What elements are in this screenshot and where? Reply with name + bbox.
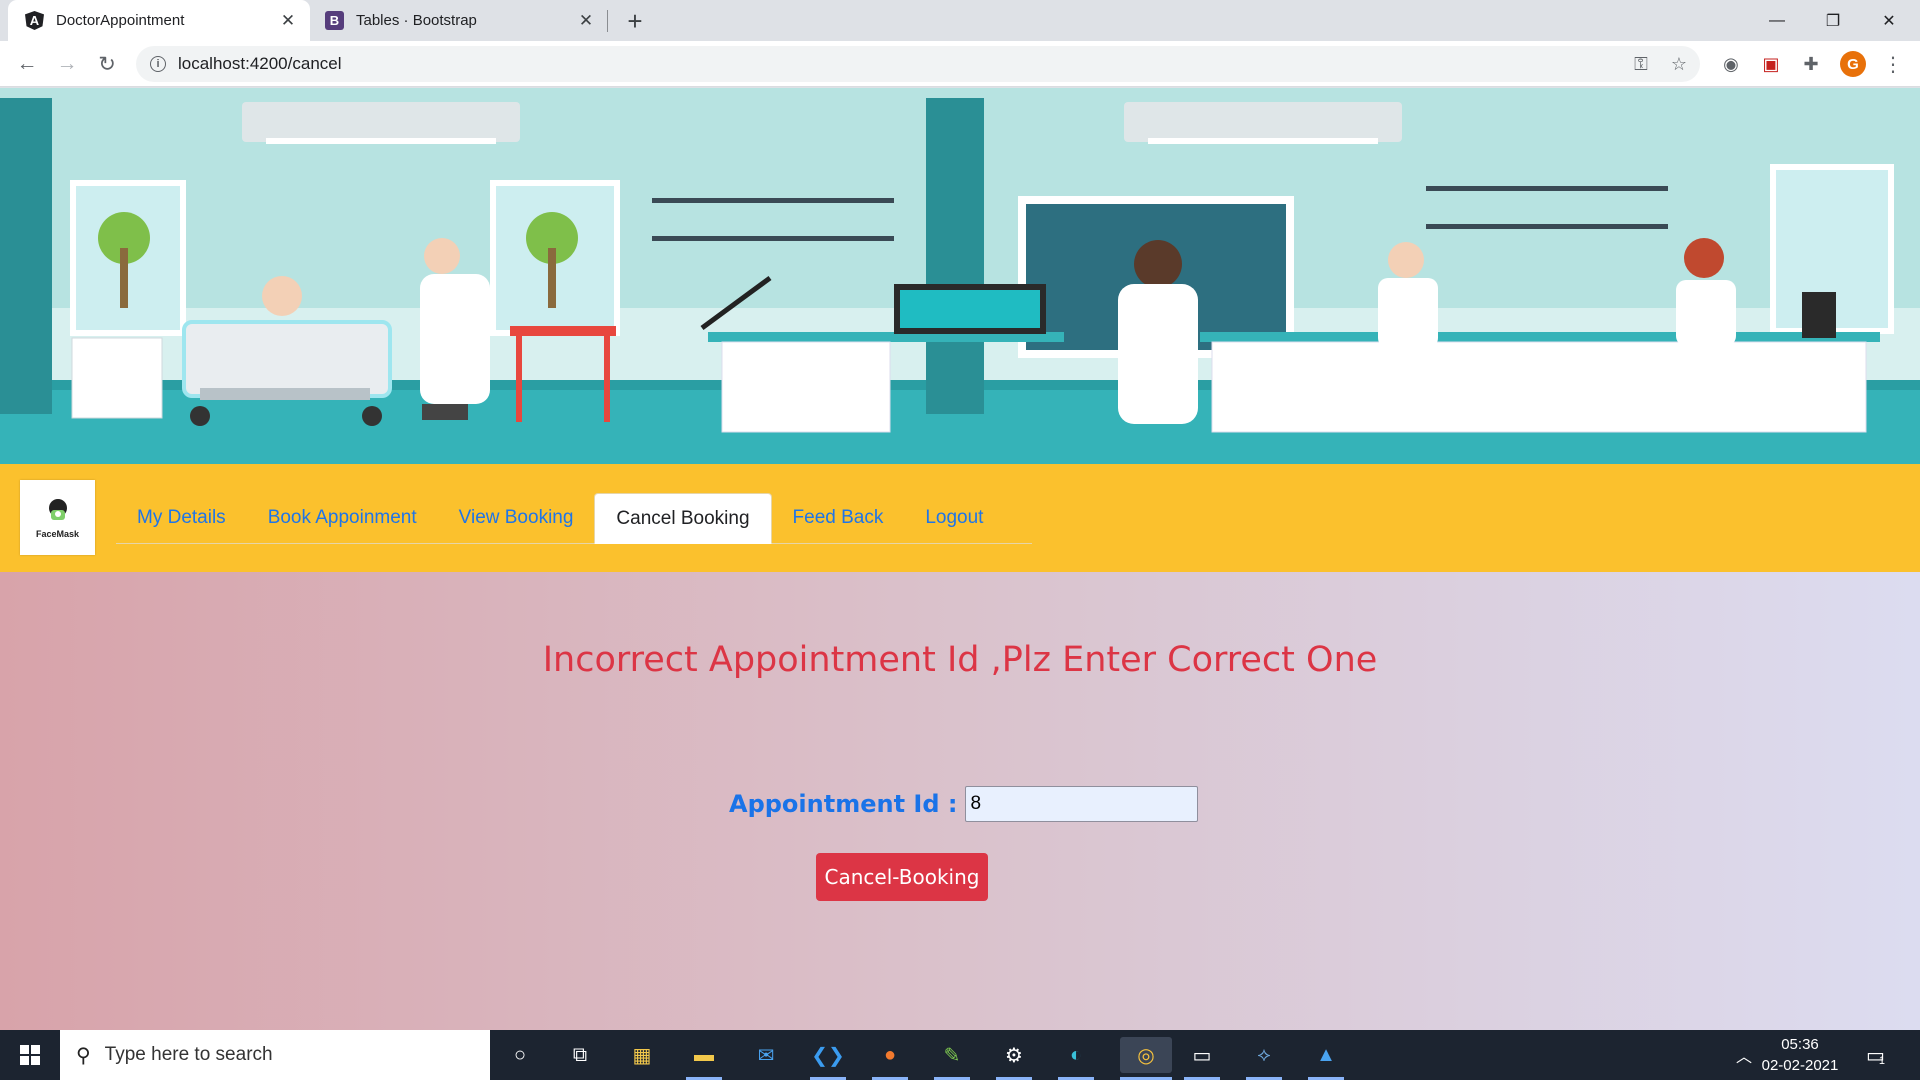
nav-tabs: My Details Book Appoinment View Booking … (116, 492, 1032, 544)
facemask-logo[interactable]: FaceMask (20, 480, 95, 555)
clock-time: 05:36 (1781, 1036, 1819, 1053)
bootstrap-icon: B (325, 11, 344, 30)
reload-icon[interactable]: ↻ (91, 48, 123, 80)
windows-logo-icon (20, 1045, 40, 1065)
task-view-icon[interactable]: ⧉ (562, 1037, 598, 1073)
browser-toolbar: ← → ↻ i localhost:4200/cancel ⚿ ☆ ◉ ▣ ✚ … (0, 41, 1920, 87)
edge-icon[interactable]: ◐ (1058, 1037, 1094, 1080)
mysql-icon[interactable]: ⟡ (1246, 1037, 1282, 1080)
extension-icon[interactable]: ◉ (1718, 51, 1744, 77)
file-explorer-icon[interactable]: ▬ (686, 1037, 722, 1080)
new-tab-icon[interactable]: + (620, 6, 650, 36)
close-icon[interactable]: ✕ (278, 11, 298, 31)
browser-tab-bar: A DoctorAppointment ✕ B Tables · Bootstr… (0, 0, 1920, 41)
tray-chevron-icon[interactable]: ︿ (1736, 1030, 1752, 1080)
minimize-icon[interactable]: — (1754, 0, 1800, 41)
appointment-id-row: Appointment Id : (729, 786, 1199, 822)
windows-start-icon[interactable] (0, 1030, 60, 1080)
star-icon[interactable]: ☆ (1668, 54, 1690, 74)
menu-icon[interactable]: ⋮ (1880, 51, 1906, 77)
nav-view-booking[interactable]: View Booking (438, 493, 595, 543)
extension-shield-icon[interactable]: ▣ (1758, 51, 1784, 77)
nav-logout[interactable]: Logout (904, 493, 1004, 543)
chrome-icon[interactable]: ◎ (1120, 1037, 1172, 1080)
url-text: localhost:4200/cancel (178, 54, 342, 73)
mask-face-icon (48, 499, 67, 520)
nav-feed-back[interactable]: Feed Back (772, 493, 905, 543)
restore-icon[interactable]: ❐ (1810, 0, 1856, 41)
forward-icon[interactable]: → (51, 48, 83, 80)
system-clock[interactable]: 05:36 02-02-2021 (1760, 1034, 1840, 1076)
search-placeholder: Type here to search (104, 1044, 273, 1065)
notepad-icon[interactable]: ✎ (934, 1037, 970, 1080)
tab-title: Tables · Bootstrap (356, 12, 477, 29)
puzzle-icon[interactable]: ✚ (1798, 51, 1824, 77)
window-close-icon[interactable]: ✕ (1866, 0, 1912, 41)
vscode-icon[interactable]: ❮❯ (810, 1037, 846, 1080)
notification-icon[interactable]: ▭ 1 (1866, 1030, 1885, 1080)
logo-text: FaceMask (35, 529, 80, 539)
photos-icon[interactable]: ▲ (1308, 1037, 1344, 1080)
appointment-id-label: Appointment Id : (729, 790, 958, 818)
windows-taskbar: ⚲ Type here to search ○ ⧉ ▦ ▬ ✉ ❮❯ ● ✎ ⚙… (0, 1030, 1920, 1080)
address-bar[interactable]: i localhost:4200/cancel ⚿ ☆ (136, 46, 1700, 82)
info-icon[interactable]: i (150, 56, 166, 72)
tab-title: DoctorAppointment (56, 12, 185, 29)
cortana-icon[interactable]: ○ (502, 1037, 538, 1073)
back-icon[interactable]: ← (11, 48, 43, 80)
error-message: Incorrect Appointment Id ,Plz Enter Corr… (542, 640, 1378, 680)
tab-bootstrap-tables[interactable]: B Tables · Bootstrap ✕ (310, 0, 608, 41)
nav-book-appointment[interactable]: Book Appoinment (247, 493, 438, 543)
search-icon: ⚲ (76, 1044, 91, 1067)
appointment-id-input[interactable] (965, 786, 1199, 822)
profile-avatar[interactable]: G (1840, 51, 1866, 77)
hospital-lab-banner (0, 88, 1920, 464)
clock-date: 02-02-2021 (1761, 1057, 1839, 1074)
taskbar-search[interactable]: ⚲ Type here to search (60, 1030, 490, 1080)
main-navbar: FaceMask My Details Book Appoinment View… (0, 464, 1920, 572)
terminal-icon[interactable]: ▭ (1184, 1037, 1220, 1080)
banner-illustration (0, 88, 1920, 464)
close-icon[interactable]: ✕ (576, 11, 596, 31)
page-content: FaceMask My Details Book Appoinment View… (0, 88, 1920, 1030)
store-icon[interactable]: ▦ (624, 1037, 660, 1073)
notification-count: 1 (1878, 1055, 1886, 1067)
key-icon[interactable]: ⚿ (1630, 54, 1652, 74)
mail-icon[interactable]: ✉ (748, 1037, 784, 1073)
cancel-booking-button[interactable]: Cancel-Booking (816, 853, 988, 901)
angular-icon: A (25, 11, 44, 30)
nav-cancel-booking[interactable]: Cancel Booking (594, 493, 772, 544)
nav-my-details[interactable]: My Details (116, 493, 247, 543)
tab-doctor-appointment[interactable]: A DoctorAppointment ✕ (8, 0, 310, 41)
settings-gear-icon[interactable]: ⚙ (996, 1037, 1032, 1080)
postman-icon[interactable]: ● (872, 1037, 908, 1080)
